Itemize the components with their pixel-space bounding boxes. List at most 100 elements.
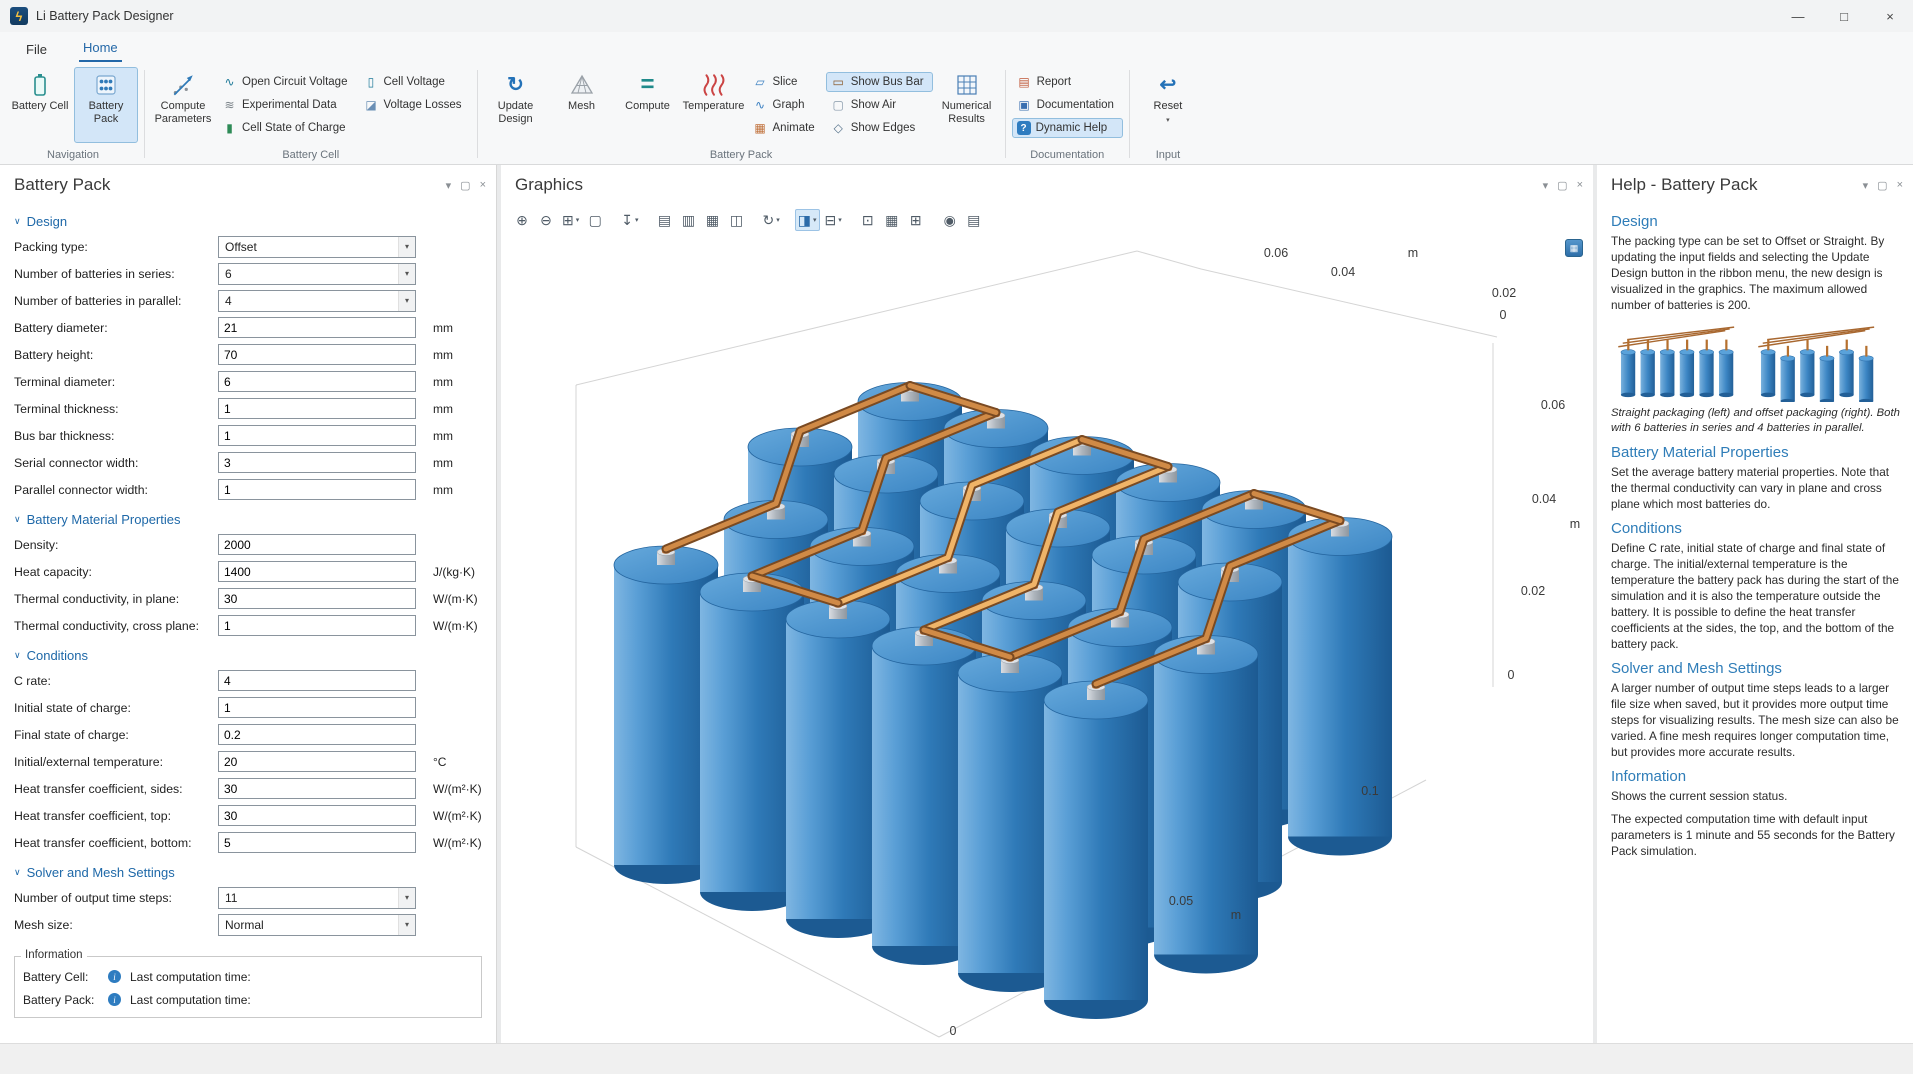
- section-header-solver-and-mesh-settings[interactable]: ∨Solver and Mesh Settings: [14, 865, 496, 880]
- zoom-in-button[interactable]: ⊕: [511, 209, 533, 231]
- menu-file[interactable]: File: [22, 37, 51, 62]
- update-design-button[interactable]: ↻ Update Design: [484, 67, 548, 143]
- zoom-box-icon: ⊞: [562, 212, 574, 229]
- animate-button[interactable]: ▦ Animate: [748, 118, 824, 138]
- battery-pack-button[interactable]: Battery Pack: [74, 67, 138, 143]
- info-label: Battery Cell:: [23, 970, 99, 984]
- minimize-button[interactable]: —: [1775, 0, 1821, 32]
- panel-close-icon[interactable]: ×: [1577, 179, 1583, 192]
- bus-bar-thickness-input[interactable]: [218, 425, 416, 446]
- ribbon-group-navigation: Battery Cell Battery Pack Navigation: [8, 62, 138, 164]
- section-header-conditions[interactable]: ∨Conditions: [14, 648, 496, 663]
- show-air-button[interactable]: ▢ Show Air: [826, 95, 933, 115]
- zoom-extents-button[interactable]: ▢: [584, 209, 606, 231]
- compute-parameters-button[interactable]: Compute Parameters: [151, 67, 215, 143]
- go-to-default-view-button[interactable]: ↧▾: [618, 209, 641, 231]
- dynamic-help-button[interactable]: ? Dynamic Help: [1012, 118, 1123, 138]
- temperature-button[interactable]: Temperature: [682, 67, 746, 143]
- numerical-results-button[interactable]: Numerical Results: [935, 67, 999, 143]
- section-header-design[interactable]: ∨Design: [14, 214, 496, 229]
- open-circuit-voltage-button[interactable]: ∿ Open Circuit Voltage: [217, 72, 356, 92]
- view-zx-button[interactable]: ▦: [702, 209, 724, 231]
- number-of-output-time-steps-select[interactable]: 11▾: [218, 887, 416, 909]
- packing-type-select[interactable]: Offset▾: [218, 236, 416, 258]
- cell-state-of-charge-button[interactable]: ▮ Cell State of Charge: [217, 118, 356, 138]
- help-paragraph: Set the average battery material propert…: [1611, 464, 1901, 512]
- view-widget-icon[interactable]: ▦: [1565, 239, 1583, 257]
- button-label: Mesh: [568, 100, 595, 113]
- form-row: Thermal conductivity, cross plane:W/(m·K…: [14, 612, 496, 639]
- button-label: Report: [1037, 76, 1072, 88]
- maximize-button[interactable]: □: [1821, 0, 1867, 32]
- graphics-canvas[interactable]: 0.060.040.020m0.060.040.020m0.10.050m ▦: [501, 235, 1593, 1043]
- copy-plot-button[interactable]: ⊡: [857, 209, 879, 231]
- rotate-view-button[interactable]: ↻▾: [760, 209, 783, 231]
- battery-height-input[interactable]: [218, 344, 416, 365]
- mesh-size-select[interactable]: Normal▾: [218, 914, 416, 936]
- mesh-button[interactable]: Mesh: [550, 67, 614, 143]
- compute-button[interactable]: = Compute: [616, 67, 680, 143]
- terminal-diameter-input[interactable]: [218, 371, 416, 392]
- battery-diameter-input[interactable]: [218, 317, 416, 338]
- experimental-data-button[interactable]: ≋ Experimental Data: [217, 95, 356, 115]
- form-row: Final state of charge:: [14, 721, 496, 748]
- panel-collapse-icon[interactable]: ▾: [1863, 179, 1869, 192]
- thermal-conductivity-in-plane-input[interactable]: [218, 588, 416, 609]
- panel-float-icon[interactable]: ▢: [460, 179, 470, 192]
- panel-float-icon[interactable]: ▢: [1557, 179, 1567, 192]
- heat-transfer-coefficient-sides-input[interactable]: [218, 778, 416, 799]
- c-rate-input[interactable]: [218, 670, 416, 691]
- panel-collapse-icon[interactable]: ▾: [446, 179, 452, 192]
- heat-transfer-coefficient-top-input[interactable]: [218, 805, 416, 826]
- section-header-battery-material-properties[interactable]: ∨Battery Material Properties: [14, 512, 496, 527]
- serial-connector-width-input[interactable]: [218, 452, 416, 473]
- show-bus-bar-button[interactable]: ▭ Show Bus Bar: [826, 72, 933, 92]
- panel-float-icon[interactable]: ▢: [1877, 179, 1887, 192]
- battery-cell-button[interactable]: Battery Cell: [8, 67, 72, 143]
- panel-collapse-icon[interactable]: ▾: [1543, 179, 1549, 192]
- initial-state-of-charge-input[interactable]: [218, 697, 416, 718]
- button-label: Cell Voltage: [383, 76, 444, 88]
- voltage-losses-button[interactable]: ◪ Voltage Losses: [358, 95, 470, 115]
- density-input[interactable]: [218, 534, 416, 555]
- plot-grid-button[interactable]: ▦: [881, 209, 903, 231]
- zoom-out-button[interactable]: ⊖: [535, 209, 557, 231]
- panel-close-icon[interactable]: ×: [480, 179, 486, 192]
- info-icon[interactable]: i: [108, 993, 121, 1006]
- battery-pack-3d-scene[interactable]: 0.060.040.020m0.060.040.020m0.10.050m: [501, 235, 1593, 1043]
- final-state-of-charge-input[interactable]: [218, 724, 416, 745]
- number-of-batteries-in-series-select[interactable]: 6▾: [218, 263, 416, 285]
- report-button[interactable]: ▤ Report: [1012, 72, 1123, 92]
- panel-close-icon[interactable]: ×: [1897, 179, 1903, 192]
- number-of-batteries-in-parallel-select[interactable]: 4▾: [218, 290, 416, 312]
- print-button[interactable]: ▤: [963, 209, 985, 231]
- view-yz-button[interactable]: ▥: [678, 209, 700, 231]
- documentation-button[interactable]: ▣ Documentation: [1012, 95, 1123, 115]
- chevron-down-icon: ∨: [14, 216, 21, 227]
- number-of-output-time-steps-label: Number of output time steps:: [14, 891, 218, 905]
- parallel-connector-width-input[interactable]: [218, 479, 416, 500]
- heat-transfer-coefficient-bottom-input[interactable]: [218, 832, 416, 853]
- plot-table-button[interactable]: ⊞: [905, 209, 927, 231]
- heat-capacity-input[interactable]: [218, 561, 416, 582]
- mirror-view-button[interactable]: ◫: [726, 209, 748, 231]
- initial-external-temperature-input[interactable]: [218, 751, 416, 772]
- info-icon[interactable]: i: [108, 970, 121, 983]
- slice-button[interactable]: ▱ Slice: [748, 72, 824, 92]
- temperature-icon: [701, 71, 727, 98]
- cell-voltage-button[interactable]: ▯ Cell Voltage: [358, 72, 470, 92]
- view-xy-button[interactable]: ▤: [654, 209, 676, 231]
- show-edges-button[interactable]: ◇ Show Edges: [826, 118, 933, 138]
- zoom-box-button[interactable]: ⊞▾: [559, 209, 582, 231]
- transparency-button[interactable]: ◨▾: [795, 209, 820, 231]
- mesh-size-label: Mesh size:: [14, 918, 218, 932]
- thermal-conductivity-cross-plane-input[interactable]: [218, 615, 416, 636]
- reset-button[interactable]: ↩ Reset ▾: [1136, 67, 1200, 143]
- close-button[interactable]: ×: [1867, 0, 1913, 32]
- graph-button[interactable]: ∿ Graph: [748, 95, 824, 115]
- snapshot-button[interactable]: ◉: [939, 209, 961, 231]
- menu-home[interactable]: Home: [79, 35, 122, 62]
- window-layout-button[interactable]: ⊟▾: [822, 209, 845, 231]
- select-value: Offset: [219, 240, 398, 254]
- terminal-thickness-input[interactable]: [218, 398, 416, 419]
